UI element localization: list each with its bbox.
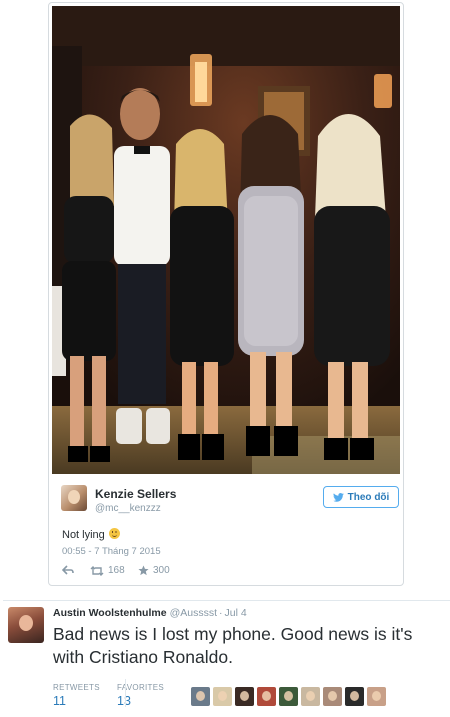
favoriter-avatar[interactable]	[279, 687, 298, 706]
star-icon	[138, 565, 149, 576]
avatar[interactable]	[8, 607, 44, 643]
tweet-text: Bad news is I lost my phone. Good news i…	[53, 624, 413, 667]
favoriter-avatar[interactable]	[301, 687, 320, 706]
follow-label: Theo dõi	[347, 491, 390, 503]
retweets-label: RETWEETS	[53, 683, 100, 692]
author-name[interactable]: Austin Woolstenhulme	[53, 607, 167, 619]
avatar[interactable]	[61, 485, 87, 511]
reply-button[interactable]	[62, 565, 74, 575]
favorite-count: 300	[153, 565, 170, 576]
favoriter-avatar[interactable]	[345, 687, 364, 706]
favoriter-avatar[interactable]	[257, 687, 276, 706]
retweet-icon	[90, 565, 104, 576]
favoriter-avatar[interactable]	[367, 687, 386, 706]
tweet-date[interactable]: Jul 4	[224, 607, 246, 619]
tweet-header: Austin Woolstenhulme @Ausssst · Jul 4	[53, 607, 247, 619]
favoriter-avatars	[191, 687, 386, 706]
favoriter-avatar[interactable]	[323, 687, 342, 706]
retweet-button[interactable]: 168	[90, 565, 125, 576]
separator-dot: ·	[218, 607, 223, 619]
follow-button[interactable]: Theo dõi	[323, 486, 399, 508]
retweets-stat[interactable]: RETWEETS 11	[53, 683, 100, 708]
author-handle[interactable]: @Ausssst	[170, 607, 217, 619]
favoriter-avatar[interactable]	[235, 687, 254, 706]
twitter-bird-icon	[332, 492, 344, 502]
embedded-tweet-card: Kenzie Sellers @mc__kenzzz Theo dõi Not …	[48, 2, 404, 586]
reply-icon	[62, 565, 74, 575]
favoriter-avatar[interactable]	[191, 687, 210, 706]
stats-divider	[125, 679, 126, 707]
favorite-button[interactable]: 300	[138, 565, 170, 576]
tweet-author-row: Kenzie Sellers @mc__kenzzz Theo dõi	[61, 485, 399, 515]
tweet-timestamp[interactable]: 00:55 - 7 Tháng 7 2015	[62, 546, 161, 557]
author-handle[interactable]: @mc__kenzzz	[95, 503, 161, 514]
author-name[interactable]: Kenzie Sellers	[95, 487, 176, 501]
tweet-text-content: Not lying	[62, 529, 105, 541]
tweet-item: Austin Woolstenhulme @Ausssst · Jul 4 Bad n…	[3, 600, 450, 717]
retweets-value: 11	[53, 694, 66, 708]
retweet-count: 168	[108, 565, 125, 576]
smiling-emoji-icon	[108, 528, 120, 539]
tweet-photo[interactable]	[52, 6, 400, 474]
tweet-text: Not lying	[62, 528, 120, 541]
favoriter-avatar[interactable]	[213, 687, 232, 706]
